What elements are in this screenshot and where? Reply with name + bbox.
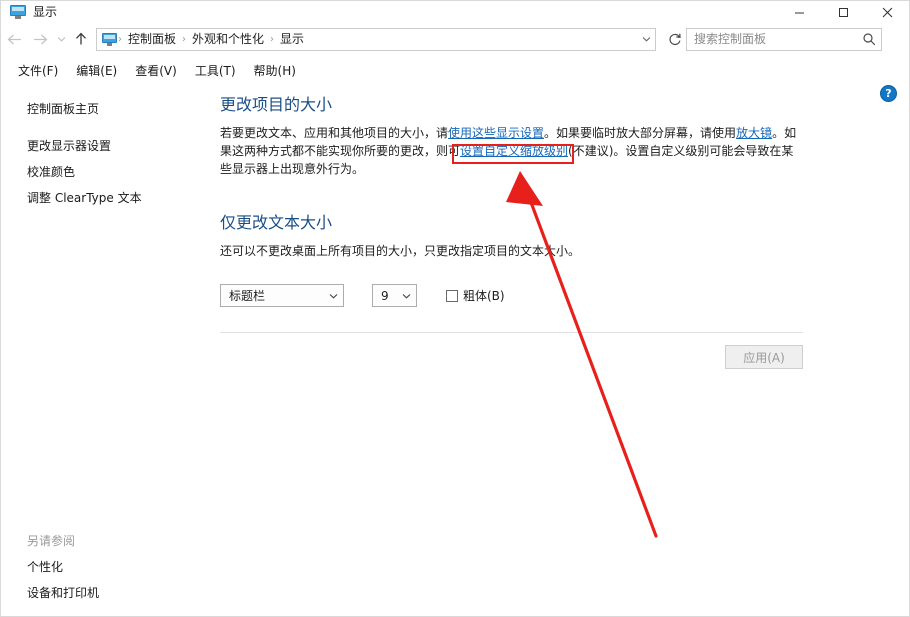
content-area: 控制面板主页 更改显示器设置 校准颜色 调整 ClearType 文本 另请参阅… — [1, 83, 909, 616]
close-button[interactable] — [865, 1, 909, 23]
control-panel-window: 显示 › — [0, 0, 910, 617]
back-arrow-icon[interactable] — [1, 26, 27, 52]
section1-description: 若要更改文本、应用和其他项目的大小，请使用这些显示设置。如果要临时放大部分屏幕，… — [220, 124, 808, 178]
sidebar-item-personalization[interactable]: 个性化 — [1, 554, 206, 580]
monitor-icon — [10, 5, 26, 19]
item-type-select[interactable]: 标题栏 — [220, 284, 344, 307]
sidebar-item-calibrate-color[interactable]: 校准颜色 — [1, 159, 206, 185]
desc-text-part6: 些显示器上出现意外行为。 — [220, 162, 364, 176]
desc-text-part1: 若要更改文本、应用和其他项目的大小，请 — [220, 126, 448, 140]
font-size-select[interactable]: 9 — [372, 284, 417, 307]
desc-text-part3: 。如 — [772, 126, 796, 140]
desc-text-part5: (不建议)。设置自定义级别可能会导致在某 — [568, 144, 793, 158]
menu-help[interactable]: 帮助(H) — [245, 60, 305, 82]
menu-view[interactable]: 查看(V) — [126, 60, 186, 82]
menu-file[interactable]: 文件(F) — [9, 60, 67, 82]
bold-checkbox[interactable] — [446, 290, 458, 302]
bold-checkbox-label: 粗体(B) — [463, 287, 505, 304]
breadcrumb-item-display[interactable]: 显示 — [274, 29, 310, 50]
sidebar: 控制面板主页 更改显示器设置 校准颜色 调整 ClearType 文本 另请参阅… — [1, 83, 206, 616]
section-divider — [220, 332, 803, 333]
desc-text-part4: 果这两种方式都不能实现你所要的更改，则可 — [220, 144, 460, 158]
text-size-controls: 标题栏 9 粗体(B) — [220, 284, 889, 307]
address-dropdown-icon[interactable] — [637, 29, 655, 50]
menu-edit[interactable]: 编辑(E) — [67, 60, 126, 82]
link-use-display-settings[interactable]: 使用这些显示设置 — [448, 126, 544, 140]
breadcrumb-item-control-panel[interactable]: 控制面板 — [122, 29, 182, 50]
forward-arrow-icon[interactable] — [27, 26, 53, 52]
item-type-select-value: 标题栏 — [221, 287, 265, 304]
address-monitor-icon — [102, 33, 118, 46]
refresh-icon[interactable] — [664, 26, 686, 52]
window-controls — [777, 1, 909, 23]
address-bar[interactable]: › 控制面板 › 外观和个性化 › 显示 — [96, 28, 656, 51]
font-size-select-value: 9 — [373, 289, 389, 303]
apply-button[interactable]: 应用(A) — [725, 345, 803, 369]
sidebar-item-change-display-settings[interactable]: 更改显示器设置 — [1, 133, 206, 159]
menu-bar: 文件(F) 编辑(E) 查看(V) 工具(T) 帮助(H) — [1, 59, 909, 83]
section2-description: 还可以不更改桌面上所有项目的大小，只更改指定项目的文本大小。 — [220, 242, 808, 260]
desc-text-part2: 。如果要临时放大部分屏幕，请使用 — [544, 126, 736, 140]
help-icon[interactable]: ? — [880, 85, 897, 102]
menu-tools[interactable]: 工具(T) — [186, 60, 245, 82]
navigation-bar: › 控制面板 › 外观和个性化 › 显示 — [1, 23, 909, 55]
chevron-down-icon[interactable] — [324, 285, 343, 306]
maximize-button[interactable] — [821, 1, 865, 23]
search-input[interactable] — [687, 29, 857, 50]
sidebar-item-adjust-cleartype[interactable]: 调整 ClearType 文本 — [1, 185, 206, 211]
search-box[interactable] — [686, 28, 882, 51]
history-dropdown-icon[interactable] — [53, 26, 69, 52]
section-title-change-size: 更改项目的大小 — [220, 94, 889, 116]
up-arrow-icon[interactable] — [69, 26, 93, 52]
main-panel: ? 更改项目的大小 若要更改文本、应用和其他项目的大小，请使用这些显示设置。如果… — [206, 83, 909, 616]
breadcrumb-item-appearance[interactable]: 外观和个性化 — [186, 29, 270, 50]
see-also-header: 另请参阅 — [1, 529, 206, 554]
sidebar-item-devices-and-printers[interactable]: 设备和打印机 — [1, 580, 206, 606]
link-set-custom-scaling-level[interactable]: 设置自定义缩放级别 — [460, 144, 568, 158]
chevron-down-icon[interactable] — [397, 285, 416, 306]
link-magnifier[interactable]: 放大镜 — [736, 126, 772, 140]
sidebar-item-control-panel-home[interactable]: 控制面板主页 — [1, 96, 206, 122]
search-icon[interactable] — [857, 29, 881, 50]
window-title: 显示 — [33, 1, 57, 23]
section-title-text-size-only: 仅更改文本大小 — [220, 212, 889, 234]
bold-checkbox-wrapper[interactable]: 粗体(B) — [446, 287, 505, 304]
title-bar: 显示 — [1, 1, 909, 23]
see-also-section: 另请参阅 个性化 设备和打印机 — [1, 529, 206, 606]
minimize-button[interactable] — [777, 1, 821, 23]
apply-row: 应用(A) — [220, 345, 803, 369]
